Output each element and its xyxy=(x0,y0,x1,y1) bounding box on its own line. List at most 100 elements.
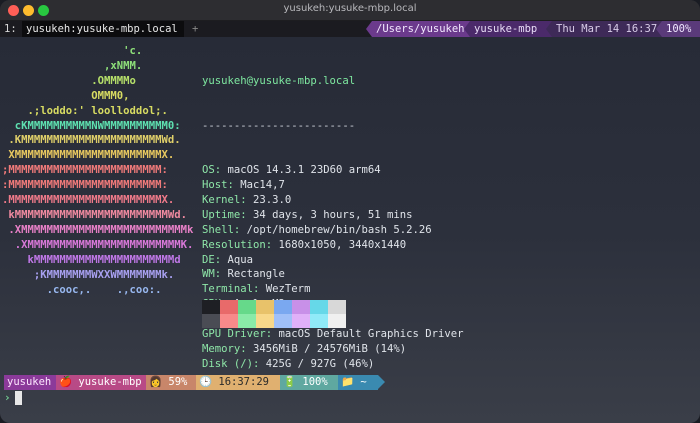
sysinfo-key: Uptime xyxy=(202,208,241,221)
sysinfo-key: GPU Driver xyxy=(202,328,266,341)
title-bar: yusukeh:yusuke-mbp.local xyxy=(0,0,700,21)
sysinfo-value: 23.3.0 xyxy=(253,194,292,206)
sysinfo-colon: : xyxy=(214,268,228,281)
sysinfo-value: Rectangle xyxy=(227,268,285,281)
ascii-logo-line: ,xNMM. xyxy=(2,59,143,72)
sysinfo-row: GPU Driver: macOS Default Graphics Drive… xyxy=(202,327,464,342)
prompt-host: 🍎 yusuke-mbp xyxy=(56,375,146,390)
palette-swatch xyxy=(328,300,346,314)
prompt-battery: 🔋 100% xyxy=(280,375,338,390)
ascii-logo-line: .;loddo:' loolloddol;. xyxy=(2,104,168,117)
sysinfo-row: Host: Mac14,7 xyxy=(202,178,464,193)
sysinfo-value: Aqua xyxy=(227,253,254,266)
tab-index: 1: xyxy=(4,23,17,35)
ascii-logo-line: .XMMMMMMMMMMMMMMMMMMMMMMMMMMk xyxy=(2,223,194,236)
sysinfo-row: Disk (/): 425G / 927G (46%) xyxy=(202,357,464,372)
palette-swatch xyxy=(292,314,310,328)
prompt-symbol: › xyxy=(4,391,11,404)
text-cursor[interactable] xyxy=(15,391,22,405)
sysinfo-value: Mac14,7 xyxy=(240,179,285,192)
sysinfo-colon: : xyxy=(240,208,254,221)
tab-active[interactable]: yusukeh:yusuke-mbp.local xyxy=(22,21,184,37)
sysinfo-row: Memory: 3456MiB / 24576MiB (14%) xyxy=(202,342,464,357)
sysinfo-value: 1680x1050, 3440x1440 xyxy=(278,238,407,251)
palette-swatch xyxy=(310,314,328,328)
window-title: yusukeh:yusuke-mbp.local xyxy=(283,3,417,14)
sysinfo-key: OS xyxy=(202,164,215,177)
palette-swatch xyxy=(202,300,220,314)
ascii-logo-line: 'c. xyxy=(2,45,143,57)
sysinfo-key: Memory xyxy=(202,342,241,355)
ascii-logo-line: .KMMMMMMMMMMMMMMMMMMMMMMWd. xyxy=(2,134,181,147)
palette-swatch xyxy=(220,300,238,314)
sysinfo-value: 34 days, 3 hours, 51 mins xyxy=(253,208,413,221)
sysinfo-colon: : xyxy=(214,164,228,177)
ascii-logo-line: ;KMMMMMMMWXXWMMMMMMMk. xyxy=(2,268,175,281)
palette-swatch xyxy=(328,314,346,328)
sysinfo-colon: : xyxy=(214,253,228,266)
sysinfo-key: DE xyxy=(202,253,215,266)
ascii-logo-line: :MMMMMMMMMMMMMMMMMMMMMMMM: xyxy=(2,179,168,192)
status-path: /Users/yusukeh xyxy=(366,21,470,37)
prompt-user: yusukeh xyxy=(4,375,56,390)
sysinfo-key: WM xyxy=(202,268,215,281)
ascii-logo-line: cKMMMMMMMMMMNWMMMMMMMMMM0: xyxy=(2,119,181,132)
prompt-time: 🕒 16:37:29 xyxy=(196,375,280,390)
sysinfo-row: Resolution: 1680x1050, 3440x1440 xyxy=(202,238,464,253)
sysinfo-key: Terminal xyxy=(202,283,254,296)
sysinfo-colon: : xyxy=(265,238,279,251)
prompt-cpu: 👩 59% xyxy=(146,375,196,390)
sysinfo-key: Host xyxy=(202,179,228,192)
sysinfo-value: 3456MiB / 24576MiB (14%) xyxy=(253,342,407,355)
sysinfo-row: WM: Rectangle xyxy=(202,267,464,282)
sysinfo-key: Shell xyxy=(202,223,234,236)
ascii-logo-line: XMMMMMMMMMMMMMMMMMMMMMMMX. xyxy=(2,149,175,162)
sysinfo-row: Shell: /opt/homebrew/bin/bash 5.2.26 xyxy=(202,223,464,238)
sysinfo-row: DE: Aqua xyxy=(202,253,464,268)
palette-swatch xyxy=(310,300,328,314)
color-palette xyxy=(202,300,346,328)
ascii-logo-line: .OMMMMo xyxy=(2,74,136,87)
ascii-logo-line: kMMMMMMMMMMMMMMMMMMMMMMMMWd. xyxy=(2,208,187,221)
sysinfo-colon: : xyxy=(253,357,266,370)
sysinfo-value: 425G / 927G (46%) xyxy=(265,357,375,370)
status-host: yusuke-mbp xyxy=(464,21,552,37)
sysinfo-colon: : xyxy=(233,223,247,236)
separator-line: ------------------------ xyxy=(202,119,356,132)
ascii-apple-logo: 'c. ,xNMM. .OMMMMo OMMM0, .;loddo:' lool… xyxy=(2,44,193,297)
sysinfo-colon: : xyxy=(253,283,266,296)
system-info: yusukeh@yusuke-mbp.local ---------------… xyxy=(202,44,464,402)
terminal-window: yusukeh:yusuke-mbp.local 1: yusukeh:yusu… xyxy=(0,0,700,423)
palette-swatch xyxy=(238,300,256,314)
palette-swatch xyxy=(256,300,274,314)
sysinfo-colon: : xyxy=(240,342,254,355)
sysinfo-colon: : xyxy=(240,194,254,206)
sysinfo-value: WezTerm xyxy=(265,283,311,296)
ascii-logo-line: ;MMMMMMMMMMMMMMMMMMMMMMMM: xyxy=(2,164,168,177)
sysinfo-value: macOS 14.3.1 23D60 arm64 xyxy=(227,164,381,177)
sysinfo-colon: : xyxy=(265,328,279,341)
ascii-logo-line: .XMMMMMMMMMMMMMMMMMMMMMMMMK. xyxy=(2,238,194,251)
palette-swatch xyxy=(256,314,274,328)
ascii-logo-line: OMMM0, xyxy=(2,89,130,102)
sysinfo-key: Resolution xyxy=(202,238,266,251)
terminal-content[interactable]: 'c. ,xNMM. .OMMMMo OMMM0, .;loddo:' lool… xyxy=(0,40,700,420)
tab-bar: 1: yusukeh:yusuke-mbp.local + /Users/yus… xyxy=(0,21,700,37)
palette-swatch xyxy=(220,314,238,328)
ascii-logo-line: kMMMMMMMMMMMMMMMMMMMMMMd xyxy=(2,253,181,266)
sysinfo-key: Disk (/) xyxy=(202,357,254,370)
sysinfo-row: Uptime: 34 days, 3 hours, 51 mins xyxy=(202,208,464,223)
prompt-directory: 📁 ~ xyxy=(338,375,378,390)
palette-swatch xyxy=(238,314,256,328)
palette-swatch xyxy=(274,300,292,314)
sysinfo-row: Kernel: 23.3.0 xyxy=(202,193,464,208)
status-datetime: Thu Mar 14 16:37 xyxy=(546,21,662,37)
new-tab-button[interactable]: + xyxy=(192,21,198,37)
sysinfo-value: /opt/homebrew/bin/bash 5.2.26 xyxy=(246,223,432,236)
palette-swatch xyxy=(292,300,310,314)
ascii-logo-line: .MMMMMMMMMMMMMMMMMMMMMMMMX. xyxy=(2,194,175,207)
prompt-arrow-icon xyxy=(378,375,385,389)
palette-swatch xyxy=(202,314,220,328)
sysinfo-key: Kernel xyxy=(202,194,241,206)
sysinfo-row: OS: macOS 14.3.1 23D60 arm64 xyxy=(202,163,464,178)
